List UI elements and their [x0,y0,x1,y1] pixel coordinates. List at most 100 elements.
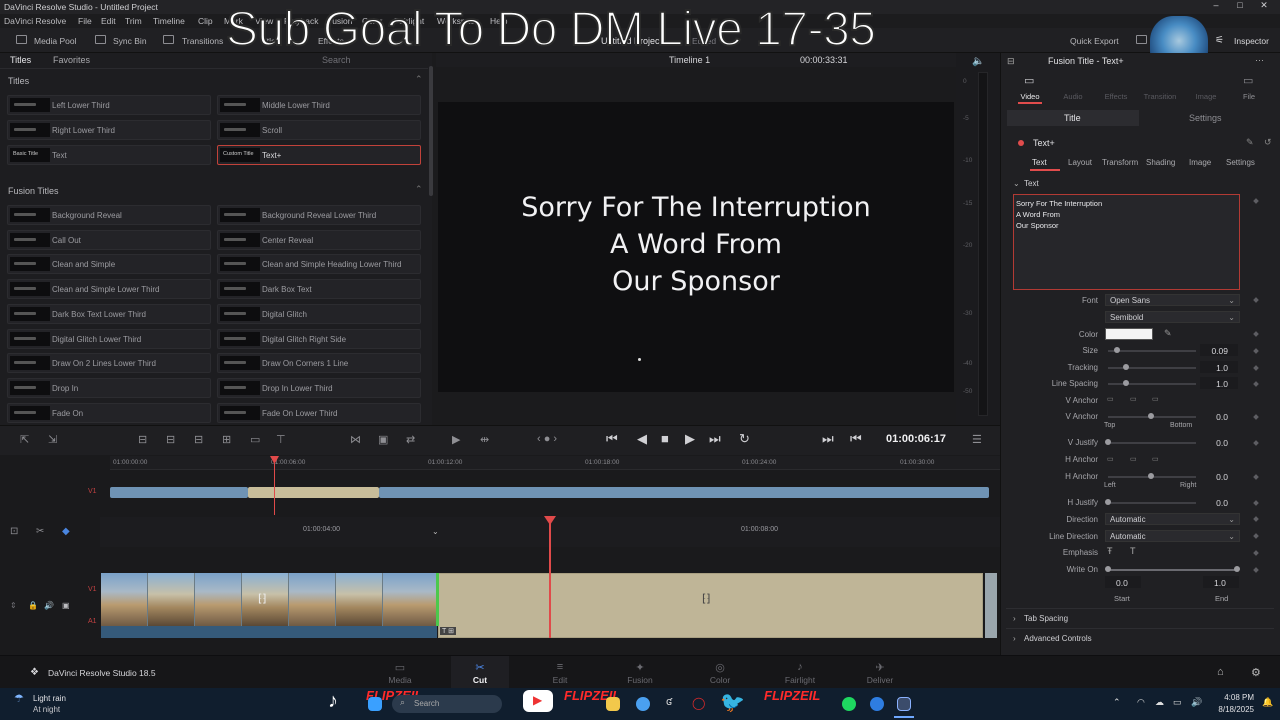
subtab-title[interactable]: Title [1064,113,1081,123]
reverse-icon[interactable]: ◀ [637,431,647,447]
fusion-title-template-item[interactable]: Draw On Corners 1 Line [217,353,421,374]
taskbar-time[interactable]: 4:08 PM [1214,693,1254,702]
transitions-button[interactable]: Transitions [182,36,223,46]
page-fairlight-icon[interactable]: ♪ [770,661,830,673]
page-edit-tab[interactable]: Edit [530,675,590,685]
sync-bin-button[interactable]: Sync Bin [113,36,147,46]
go-to-end-icon[interactable]: ⏭ [709,431,721,447]
size-slider[interactable] [1108,350,1196,352]
fusion-title-template-item[interactable]: Call Out [7,229,211,250]
upper-video-clip[interactable] [110,487,248,498]
quick-export-button[interactable]: Quick Export [1070,36,1119,46]
inspector-toggle-icon[interactable]: ⚟ [1215,35,1224,46]
close-window-button[interactable]: ✕ [1252,0,1276,14]
font-dropdown[interactable]: Open Sans ⌄ [1105,294,1240,306]
place-on-top-icon[interactable]: ▭ [250,433,260,446]
menu-timeline[interactable]: Timeline [153,16,185,26]
chevron-right-icon[interactable]: › [1013,634,1016,643]
fusion-title-template-item[interactable]: Background Reveal Lower Third [217,205,421,225]
split-icon[interactable]: ⋈ [350,433,361,446]
styled-text-input[interactable]: Sorry For The Interruption A Word From O… [1013,194,1240,290]
tab-image[interactable]: Image [1186,92,1226,101]
fusion-title-template-item[interactable]: Clean and Simple Heading Lower Third [217,254,421,275]
previous-edit-icon[interactable]: ‹ ● › [537,433,557,445]
chevron-down-icon[interactable]: ⌄ [432,527,439,536]
tracking-slider-knob[interactable] [1122,364,1129,370]
page-color-tab[interactable]: Color [690,675,750,685]
volume-icon[interactable]: 🔊 [1191,697,1202,708]
align-left-icon[interactable]: ▭ [1107,455,1114,463]
subtab-settings[interactable]: Settings [1189,113,1222,123]
app-icon[interactable] [870,697,884,711]
clip-edge-handle[interactable] [436,573,439,626]
fusion-title-template-item[interactable]: Fade On [7,402,211,423]
write-on-range-slider[interactable] [1108,569,1238,571]
advanced-controls-section[interactable]: Advanced Controls [1024,634,1092,643]
app-icon[interactable]: ʛ [666,696,672,708]
windows-start-icon[interactable] [368,697,382,711]
title-template-item[interactable]: Left Lower Third [7,95,211,115]
cloud-icon[interactable]: ☁ [1155,697,1164,708]
fusion-title-template-item[interactable]: Digital Glitch Right Side [217,328,421,349]
tab-spacing-section[interactable]: Tab Spacing [1024,614,1068,623]
play-around-icon[interactable]: ▶ [452,433,460,446]
upper-title-clip[interactable] [248,487,379,498]
page-cut-icon[interactable]: ✂ [450,661,510,674]
menu-file[interactable]: File [78,16,92,26]
fullscreen-icon[interactable] [1136,35,1147,44]
title-template-item[interactable]: Middle Lower Third [217,95,421,115]
align-center-icon[interactable]: ▭ [1130,455,1137,463]
tab-file[interactable]: File [1229,92,1269,101]
browser-icon[interactable] [636,697,650,711]
tool-icon[interactable]: ⇱ [20,433,29,446]
v-justify-slider[interactable] [1108,442,1196,444]
tool-tab-settings[interactable]: Settings [1226,158,1255,167]
fusion-title-template-item[interactable]: Drop In Lower Third [217,377,421,398]
text-plus-title-clip[interactable] [438,573,983,638]
eyedropper-icon[interactable]: ✎ [1164,328,1172,339]
upper-video-clip[interactable] [379,487,989,498]
chevron-right-icon[interactable]: › [1013,614,1016,623]
fusion-title-template-item[interactable]: Dark Box Text [217,279,421,300]
collapse-icon[interactable]: ⌃ [415,74,423,85]
tracking-slider[interactable] [1108,367,1196,369]
size-slider-knob[interactable] [1113,347,1120,353]
direction-dropdown[interactable]: Automatic ⌄ [1105,513,1240,525]
minimize-button[interactable]: – [1204,0,1228,14]
monitor-icon[interactable]: ▣ [62,601,70,610]
ripple-overwrite-icon[interactable]: ⊟ [194,433,203,446]
align-top-icon[interactable]: ▭ [1107,395,1114,403]
video-tab-icon[interactable]: ▭ [1024,74,1034,87]
upper-timeline-ruler[interactable] [110,456,1000,470]
fusion-title-template-item[interactable]: Digital Glitch Lower Third [7,328,211,349]
wifi-icon[interactable]: ◠ [1137,697,1145,708]
image-icon[interactable]: ▣ [378,433,388,446]
line-direction-dropdown[interactable]: Automatic ⌄ [1105,530,1240,542]
close-up-icon[interactable]: ⊞ [222,433,231,446]
tool-tab-transform[interactable]: Transform [1102,158,1138,167]
opera-icon[interactable]: ◯ [692,696,705,710]
media-pool-button[interactable]: Media Pool [34,36,77,46]
fusion-title-template-item[interactable]: Background Reveal [7,205,211,225]
tab-video[interactable]: Video [1010,92,1050,101]
write-on-end-knob[interactable] [1234,566,1240,572]
chevron-down-icon[interactable]: ⌄ [1013,179,1020,188]
loop-icon[interactable]: ↻ [739,431,750,447]
menu-edit[interactable]: Edit [101,16,116,26]
line-spacing-slider-knob[interactable] [1122,380,1129,386]
stop-icon[interactable]: ■ [661,431,669,446]
options-menu-icon[interactable]: ☰ [972,433,982,446]
tab-effects[interactable]: Effects [1096,92,1136,101]
weather-icon[interactable]: ☂ [14,692,24,705]
page-media-tab[interactable]: Media [370,675,430,685]
network-icon[interactable]: ▭ [1173,697,1182,708]
home-icon[interactable]: ⌂ [1217,666,1224,678]
font-style-dropdown[interactable]: Semibold ⌄ [1105,311,1240,323]
page-deliver-icon[interactable]: ✈ [850,661,910,674]
go-to-start-icon[interactable]: ⏮ [606,431,618,447]
trim-icon[interactable]: ⇹ [480,433,489,446]
tab-favorites[interactable]: Favorites [53,55,90,65]
fusion-title-template-item[interactable]: Clean and Simple Lower Third [7,279,211,300]
notifications-icon[interactable]: 🔔 [1262,697,1273,708]
fusion-title-template-item[interactable]: Draw On 2 Lines Lower Third [7,353,211,374]
